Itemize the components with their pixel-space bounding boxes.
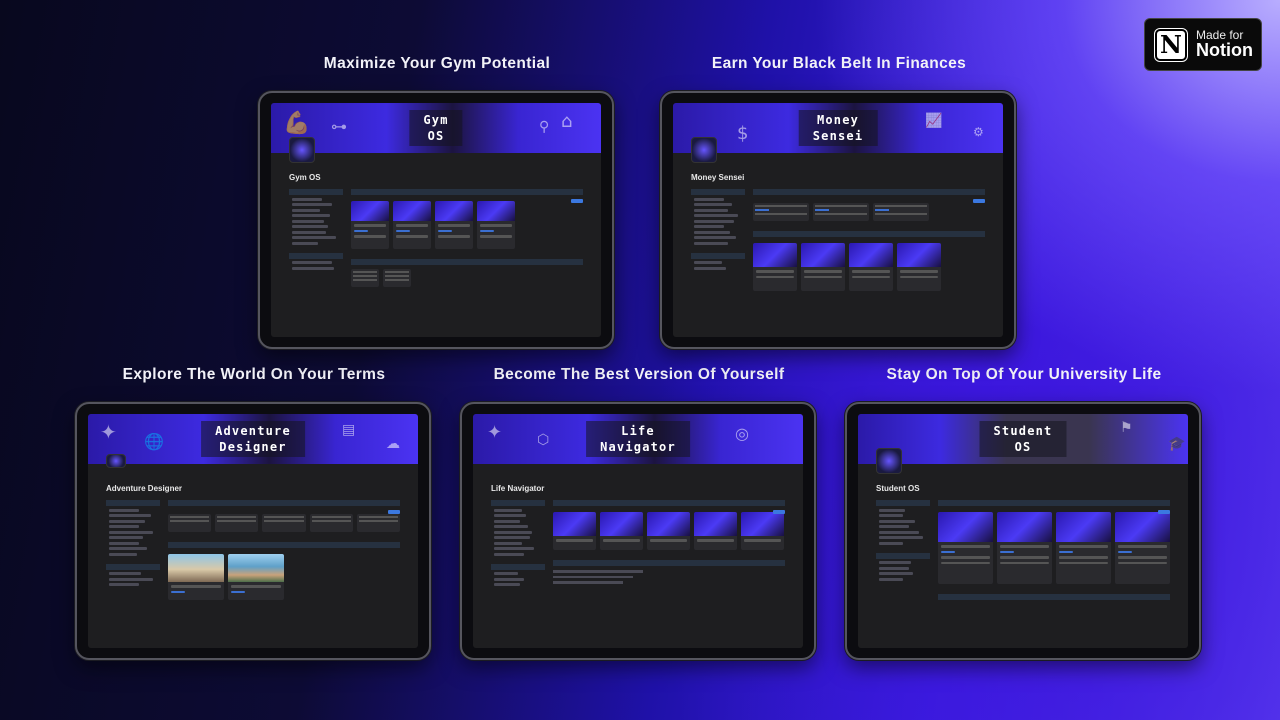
banner-title: Life Navigator bbox=[586, 421, 690, 457]
network-icon: ⬡ bbox=[537, 432, 550, 448]
notion-logo-icon: N bbox=[1155, 28, 1187, 61]
workout-card[interactable] bbox=[435, 201, 473, 249]
dumbbell-icon: ⊶ bbox=[331, 117, 347, 136]
area-card[interactable] bbox=[553, 512, 596, 550]
page-title: Student OS bbox=[876, 484, 920, 493]
tablet-life-navigator: ✦ ⬡ ◎ Life Navigator Life Navigator bbox=[460, 402, 816, 660]
caption-adventure-designer: Explore The World On Your Terms bbox=[122, 366, 386, 383]
workout-card[interactable] bbox=[393, 201, 431, 249]
screen-life-navigator: ✦ ⬡ ◎ Life Navigator Life Navigator bbox=[473, 414, 803, 648]
graduation-cap-icon: 🎓 bbox=[1168, 436, 1186, 452]
screen-money-sensei: $ 📈 ⚙ Money Sensei Money Sensei bbox=[673, 103, 1003, 337]
country-item[interactable] bbox=[309, 514, 353, 532]
compass-star-icon: ✦ bbox=[100, 420, 117, 444]
page-icon bbox=[106, 454, 126, 468]
banner-student-os: ⚑ 🎓 Student OS bbox=[858, 414, 1188, 464]
page-icon bbox=[289, 137, 315, 163]
class-card[interactable] bbox=[1115, 512, 1170, 584]
banner-gym-os: 💪 ⊶ ⚲ ⌂ Gym OS bbox=[271, 103, 601, 153]
caption-money-sensei: Earn Your Black Belt In Finances bbox=[711, 55, 967, 72]
sidebar-quick-actions bbox=[289, 189, 343, 272]
made-for-notion-badge: N Made for Notion bbox=[1144, 18, 1262, 71]
main-classes bbox=[938, 500, 1170, 604]
new-button[interactable] bbox=[571, 199, 583, 203]
caption-gym-os: Maximize Your Gym Potential bbox=[323, 55, 551, 72]
kettlebell-icon: ⚲ bbox=[539, 119, 550, 135]
account-item[interactable] bbox=[753, 203, 809, 221]
badge-line2: Notion bbox=[1196, 40, 1253, 61]
compass-star-icon: ✦ bbox=[487, 422, 503, 443]
country-item[interactable] bbox=[356, 514, 401, 532]
category-card[interactable] bbox=[753, 243, 797, 291]
caption-life-navigator: Become The Best Version Of Yourself bbox=[493, 366, 785, 383]
area-card[interactable] bbox=[647, 512, 690, 550]
sidebar-quick-actions bbox=[106, 500, 160, 589]
trip-card[interactable] bbox=[228, 554, 284, 600]
main-accounts bbox=[753, 189, 985, 291]
caption-student-os: Stay On Top Of Your University Life bbox=[886, 366, 1162, 383]
category-card[interactable] bbox=[849, 243, 893, 291]
main-workouts bbox=[351, 189, 583, 287]
flexed-arm-icon: 💪 bbox=[283, 111, 311, 136]
banner-adventure-designer: ✦ 🌐 ▤ ☁ Adventure Designer bbox=[88, 414, 418, 464]
main-countries bbox=[168, 500, 401, 600]
screen-adventure-designer: ✦ 🌐 ▤ ☁ Adventure Designer Adventure Des… bbox=[88, 414, 418, 648]
category-card[interactable] bbox=[801, 243, 845, 291]
page-icon bbox=[691, 137, 717, 163]
banner-title: Gym OS bbox=[409, 110, 463, 146]
gym-sign-icon: ⌂ bbox=[561, 111, 573, 132]
new-button[interactable] bbox=[973, 199, 985, 203]
banner-money-sensei: $ 📈 ⚙ Money Sensei bbox=[673, 103, 1003, 153]
tablet-adventure-designer: ✦ 🌐 ▤ ☁ Adventure Designer Adventure Des… bbox=[75, 402, 431, 660]
account-item[interactable] bbox=[813, 203, 869, 221]
screen-student-os: ⚑ 🎓 Student OS Student OS bbox=[858, 414, 1188, 648]
list-item[interactable] bbox=[351, 269, 379, 287]
country-item[interactable] bbox=[215, 514, 259, 532]
tablet-student-os: ⚑ 🎓 Student OS Student OS bbox=[845, 402, 1201, 660]
main-areas-of-life bbox=[553, 500, 785, 587]
class-card[interactable] bbox=[1056, 512, 1111, 584]
dollar-icon: $ bbox=[737, 123, 749, 144]
map-icon: ▤ bbox=[342, 422, 356, 438]
sidebar-quick-actions bbox=[491, 500, 545, 589]
category-card[interactable] bbox=[897, 243, 941, 291]
new-button[interactable] bbox=[773, 510, 785, 514]
tablet-gym-os: 💪 ⊶ ⚲ ⌂ Gym OS Gym OS bbox=[258, 91, 614, 349]
class-card[interactable] bbox=[938, 512, 993, 584]
area-card[interactable] bbox=[600, 512, 643, 550]
coins-icon: ⚙ bbox=[973, 125, 984, 139]
globe-icon: 🌐 bbox=[144, 432, 164, 451]
page-title: Life Navigator bbox=[491, 484, 545, 493]
sidebar-quick-actions bbox=[691, 189, 745, 272]
workout-card[interactable] bbox=[351, 201, 389, 249]
class-card[interactable] bbox=[997, 512, 1052, 584]
tablet-money-sensei: $ 📈 ⚙ Money Sensei Money Sensei bbox=[660, 91, 1016, 349]
workout-card[interactable] bbox=[477, 201, 515, 249]
sidebar-quick-actions bbox=[876, 500, 930, 583]
page-title: Money Sensei bbox=[691, 173, 745, 182]
country-item[interactable] bbox=[262, 514, 306, 532]
banner-title: Money Sensei bbox=[798, 110, 878, 146]
new-button[interactable] bbox=[388, 510, 400, 514]
target-icon: ◎ bbox=[735, 424, 749, 443]
chart-up-icon: 📈 bbox=[925, 113, 943, 129]
trip-card[interactable] bbox=[168, 554, 224, 600]
page-icon bbox=[876, 448, 902, 474]
banner-title: Student OS bbox=[979, 421, 1067, 457]
page-title: Gym OS bbox=[289, 173, 321, 182]
flag-icon: ⚑ bbox=[1120, 420, 1133, 436]
account-item[interactable] bbox=[873, 203, 929, 221]
banner-title: Adventure Designer bbox=[201, 421, 305, 457]
new-button[interactable] bbox=[1158, 510, 1170, 514]
area-card[interactable] bbox=[694, 512, 737, 550]
area-card[interactable] bbox=[741, 512, 784, 550]
list-item[interactable] bbox=[383, 269, 411, 287]
page-title: Adventure Designer bbox=[106, 484, 183, 493]
banner-life-navigator: ✦ ⬡ ◎ Life Navigator bbox=[473, 414, 803, 464]
chat-icon: ☁ bbox=[386, 436, 400, 452]
country-item[interactable] bbox=[168, 514, 212, 532]
screen-gym-os: 💪 ⊶ ⚲ ⌂ Gym OS Gym OS bbox=[271, 103, 601, 337]
